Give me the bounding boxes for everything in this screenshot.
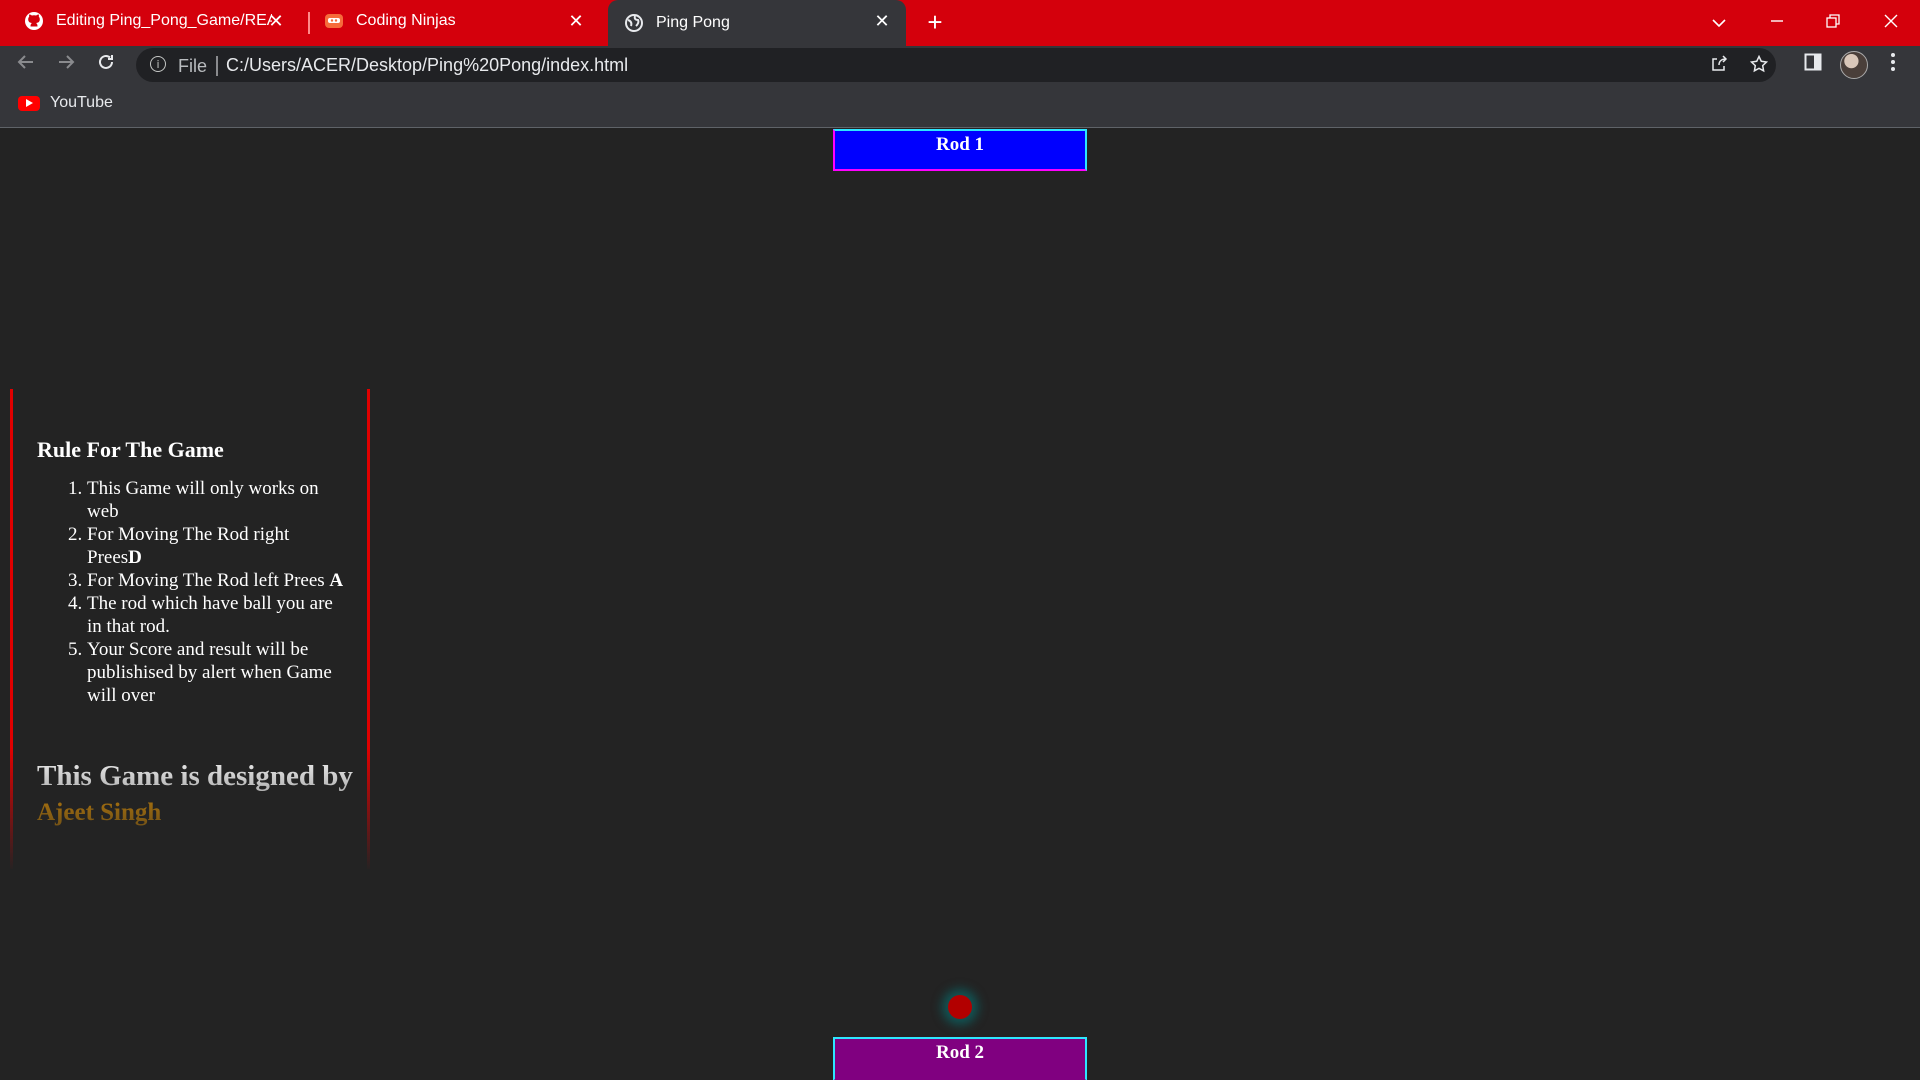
share-icon[interactable] — [1708, 55, 1730, 77]
rules-panel: Rule For The Game This Game will only wo… — [10, 389, 370, 869]
tab-label: Coding Ninjas — [356, 12, 456, 29]
tab-coding-ninjas[interactable]: Coding Ninjas ✕ — [324, 0, 600, 42]
rule-item: For Moving The Rod right PreesD — [87, 523, 347, 569]
restore-icon[interactable] — [1818, 8, 1848, 36]
bookmark-youtube[interactable]: YouTube — [18, 94, 113, 112]
rule-item: This Game will only works on web — [87, 477, 347, 523]
tab-divider — [308, 12, 310, 34]
github-icon — [24, 11, 44, 31]
address-bar[interactable]: i File C:/Users/ACER/Desktop/Ping%20Pong… — [136, 48, 1776, 82]
address-divider — [216, 56, 218, 76]
bookmarks-bar: YouTube — [0, 84, 1920, 128]
rules-list: This Game will only works on web For Mov… — [37, 477, 347, 707]
close-window-icon[interactable] — [1876, 8, 1906, 36]
ball — [948, 995, 972, 1019]
close-tab-icon[interactable]: ✕ — [266, 11, 286, 31]
rule-item: The rod which have ball you are in that … — [87, 592, 347, 638]
youtube-icon — [18, 95, 40, 111]
game-page: Rod 1 Rule For The Game This Game will o… — [0, 128, 1920, 1080]
tab-label: Editing Ping_Pong_Game/READM — [56, 12, 272, 29]
tab-ping-pong[interactable]: Ping Pong ✕ — [608, 0, 906, 46]
author-name: Ajeet Singh — [37, 799, 162, 826]
scheme-label: File — [178, 56, 208, 76]
close-tab-icon[interactable]: ✕ — [566, 11, 586, 31]
back-icon[interactable] — [12, 51, 40, 79]
new-tab-button[interactable]: + — [921, 9, 949, 37]
tab-github-readme[interactable]: Editing Ping_Pong_Game/READM ✕ — [24, 0, 300, 42]
tab-search-chevron-icon[interactable] — [1704, 8, 1734, 36]
bookmark-star-icon[interactable] — [1748, 54, 1770, 77]
coding-ninjas-icon — [324, 11, 344, 31]
key-hint: A — [329, 570, 344, 591]
rule-item: Your Score and result will be publishise… — [87, 638, 347, 707]
rod-1: Rod 1 — [833, 129, 1087, 171]
side-panel-icon[interactable] — [1800, 52, 1826, 78]
site-info-icon[interactable]: i — [150, 56, 166, 72]
bookmark-label: YouTube — [50, 94, 113, 111]
rule-item: For Moving The Rod left Prees A — [87, 569, 347, 592]
url-text[interactable]: C:/Users/ACER/Desktop/Ping%20Pong/index.… — [226, 55, 628, 76]
globe-icon — [624, 13, 644, 33]
minimize-icon[interactable] — [1762, 8, 1792, 36]
close-tab-icon[interactable]: ✕ — [872, 11, 892, 31]
tab-label: Ping Pong — [656, 14, 730, 31]
rod-2: Rod 2 — [833, 1037, 1087, 1080]
designer-credit: This Game is designed by Ajeet Singh — [37, 759, 357, 830]
reload-icon[interactable] — [92, 51, 120, 79]
key-hint: D — [128, 547, 142, 568]
credit-prefix: This Game is designed by — [37, 760, 353, 792]
menu-kebab-icon[interactable] — [1880, 52, 1906, 78]
forward-icon[interactable] — [52, 51, 80, 79]
rules-title: Rule For The Game — [37, 437, 224, 462]
profile-avatar[interactable] — [1840, 51, 1868, 79]
tab-strip: Editing Ping_Pong_Game/READM ✕ Coding Ni… — [0, 0, 1920, 46]
browser-toolbar: i File C:/Users/ACER/Desktop/Ping%20Pong… — [0, 46, 1920, 84]
